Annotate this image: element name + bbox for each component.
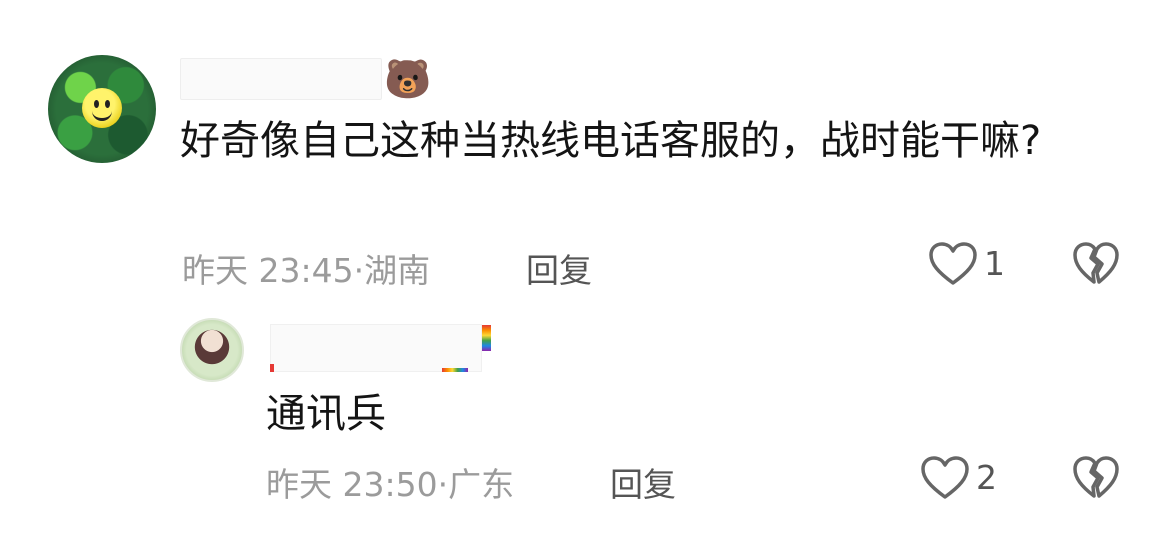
bear-badge-icon: 🐻: [384, 57, 432, 101]
reply-meta: 昨天 23:50·广东: [266, 458, 514, 506]
reply-like-count: 2: [976, 458, 997, 497]
broken-heart-icon: [1073, 456, 1119, 498]
badge-mark: [270, 364, 274, 372]
like-count: 1: [984, 244, 1005, 283]
reply-reply-button[interactable]: 回复: [610, 458, 676, 506]
meta-separator: ·: [437, 465, 449, 504]
username-redacted[interactable]: [180, 58, 382, 100]
smiley-face-icon: [82, 88, 122, 128]
heart-outline-icon: [921, 456, 969, 499]
avatar[interactable]: [48, 55, 156, 163]
rainbow-flag-icon: [482, 325, 491, 351]
reply-time: 昨天 23:50: [266, 465, 438, 504]
meta-separator: ·: [353, 251, 365, 290]
comment-time: 昨天 23:45: [182, 251, 354, 290]
like-button[interactable]: [928, 242, 978, 286]
comment-text: 好奇像自己这种当热线电话客服的，战时能干嘛?: [180, 118, 1042, 164]
broken-heart-icon: [1073, 242, 1119, 284]
reply-button[interactable]: 回复: [526, 244, 592, 292]
reply-avatar[interactable]: [180, 318, 244, 382]
comment-meta: 昨天 23:45·湖南: [182, 244, 430, 292]
heart-outline-icon: [929, 242, 977, 285]
reply-dislike-button[interactable]: [1072, 456, 1120, 500]
rainbow-stripe-icon: [442, 368, 468, 372]
reply-text: 通讯兵: [266, 391, 386, 437]
reply-location: 广东: [448, 465, 515, 504]
reply-like-button[interactable]: [920, 456, 970, 500]
reply-username-redacted[interactable]: [270, 324, 482, 372]
comment-location: 湖南: [364, 251, 431, 290]
dislike-button[interactable]: [1072, 242, 1120, 286]
